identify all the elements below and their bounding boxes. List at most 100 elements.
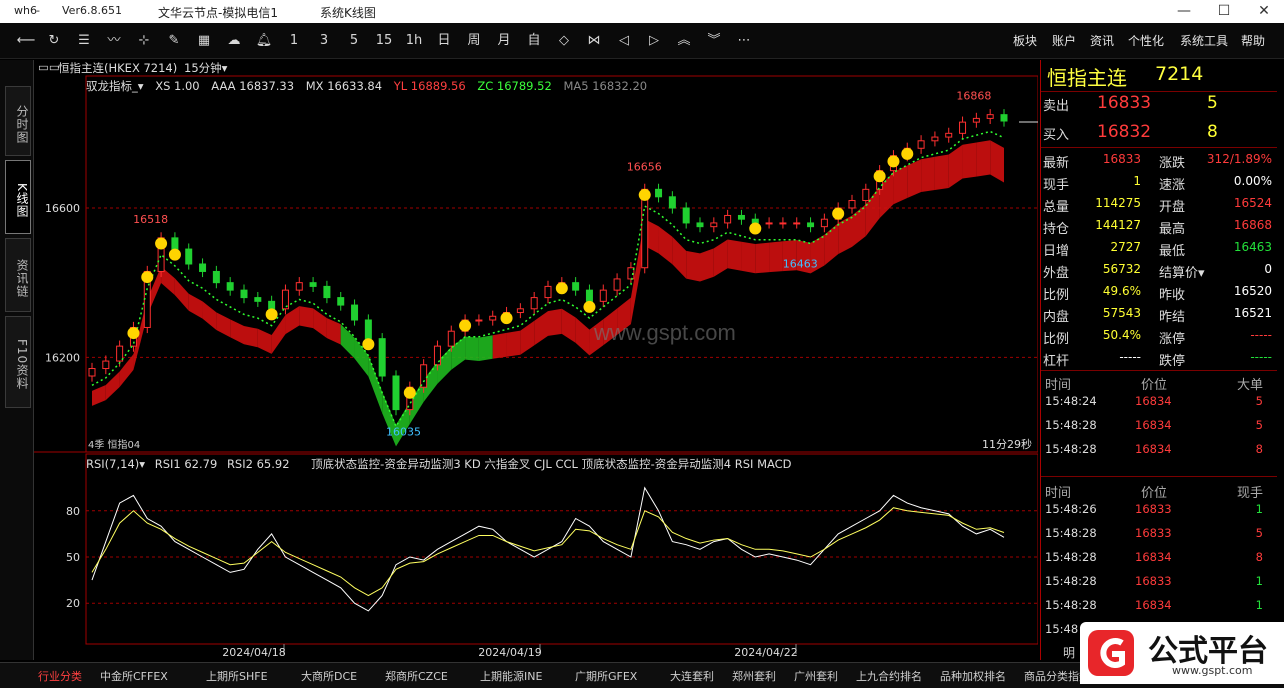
ribbon-segment [299, 306, 314, 329]
period-1[interactable]: 1 [282, 31, 306, 51]
time: 15:48:28 [1045, 526, 1097, 540]
candle-body [751, 218, 759, 224]
back-icon[interactable]: ⟵ [14, 31, 38, 51]
smiley-icon [362, 338, 375, 351]
menu-personalize[interactable]: 个性化 [1128, 32, 1164, 49]
tick-header-time: 时间 [1045, 486, 1072, 501]
app-id: wh6 [14, 4, 37, 17]
period-day[interactable]: 日 [432, 31, 456, 51]
bottom-tab[interactable]: 郑商所CZCE [385, 668, 448, 684]
y-tick-label: 16600 [45, 202, 80, 215]
maximize-button[interactable]: ☐ [1204, 0, 1244, 23]
cross-icon[interactable]: ⊹ [132, 31, 156, 51]
indicator-select[interactable]: 驭龙指标_▾ [86, 79, 144, 93]
list-icon[interactable]: ☰ [72, 31, 96, 51]
tab-f10[interactable]: F10资料 [5, 316, 31, 408]
period-3[interactable]: 3 [312, 31, 336, 51]
refresh-icon[interactable]: ↻ [42, 31, 66, 51]
big-header-price: 价位 [1141, 378, 1168, 393]
bottom-tab[interactable]: 中金所CFFEX [100, 668, 168, 684]
volume: 8 [1255, 550, 1263, 564]
scroll-up-icon[interactable]: ︽ [672, 31, 696, 51]
period-5[interactable]: 5 [342, 31, 366, 51]
candle-body [268, 300, 276, 310]
ribbon-segment [769, 241, 783, 273]
quote-label: 结算价▾ [1159, 266, 1205, 281]
candle-body [641, 188, 649, 269]
detail-tab[interactable]: 明 [1063, 644, 1075, 661]
period-select[interactable]: 15分钟▾ [184, 60, 227, 76]
candle-body [820, 218, 828, 228]
bottom-tab[interactable]: 上期所SHFE [206, 668, 268, 684]
bottom-tab[interactable]: 上期能源INE [480, 668, 542, 684]
quote-row: 内盘 57543 昨结 16521 [1041, 304, 1277, 326]
ribbon-segment [672, 236, 687, 279]
candle-body [295, 282, 303, 291]
menu-news[interactable]: 资讯 [1090, 32, 1114, 49]
indicator-line: 驭龙指标_▾ XS 1.00 AAA 16837.33 MX 16633.84 … [86, 78, 647, 94]
period-month[interactable]: 月 [492, 31, 516, 51]
scroll-right-icon[interactable]: ▷ [642, 31, 666, 51]
volume: 5 [1255, 418, 1263, 432]
price: 16833 [1135, 502, 1172, 516]
period-15[interactable]: 15 [372, 31, 396, 51]
menu-help[interactable]: 帮助 [1241, 32, 1265, 49]
menu-sector[interactable]: 板块 [1013, 32, 1037, 49]
line-chart-icon[interactable]: 〰 [102, 31, 126, 51]
cloud-icon[interactable]: ☁ [222, 31, 246, 51]
bottom-tab[interactable]: 郑州套利 [732, 668, 776, 684]
candle-body [682, 207, 690, 224]
tab-timeshare[interactable]: 分时图 [5, 86, 31, 156]
draw-icon[interactable]: ✎ [162, 31, 186, 51]
buy-label: 买入 [1043, 128, 1070, 143]
bottom-tab[interactable]: 品种加权排名 [940, 668, 1006, 684]
kline-chart[interactable]: 16600 16200 16518 16656 16868 16035 16463 www.g… [34, 60, 1038, 660]
candle-body [226, 282, 234, 291]
buy-price[interactable]: 16832 [1097, 122, 1151, 142]
bottom-tab[interactable]: 广州套利 [794, 668, 838, 684]
candle-body [447, 330, 455, 347]
contract-name[interactable]: 恒指主连(HKEX 7214) [58, 60, 177, 76]
bottom-tab[interactable]: 行业分类 [38, 668, 82, 684]
menu-system-tools[interactable]: 系统工具 [1180, 32, 1228, 49]
period-custom[interactable]: 自 [522, 31, 546, 51]
tick-row: 15:48:28 16834 8 [1041, 548, 1277, 570]
scroll-left-icon[interactable]: ◁ [612, 31, 636, 51]
period-week[interactable]: 周 [462, 31, 486, 51]
bottom-tab[interactable]: 广期所GFEX [575, 668, 637, 684]
system-menu[interactable]: 系统K线图 [320, 4, 376, 21]
ribbon-segment [907, 159, 922, 199]
quote-value: 16463 [1233, 240, 1272, 254]
menu-account[interactable]: 账户 [1052, 32, 1076, 49]
quote-value: 57543 [1102, 306, 1141, 320]
period-1h[interactable]: 1h [402, 31, 426, 51]
scroll-down-icon[interactable]: ︾ [702, 31, 726, 51]
rsi-tick-label: 80 [66, 505, 80, 518]
tab-news-chain[interactable]: 资讯链 [5, 238, 31, 312]
bottom-tab[interactable]: 大连套利 [670, 668, 714, 684]
minimize-button[interactable]: — [1164, 0, 1204, 23]
more-icon[interactable]: ⋯ [732, 31, 756, 51]
bell-icon[interactable]: 🔔︎ [252, 31, 276, 51]
indicator-tabs[interactable]: 顶底状态监控-资金异动监测3 KD 六指金叉 CJL CCL 顶底状态监控-资金… [311, 457, 791, 471]
bottom-tab[interactable]: 上九合约排名 [856, 668, 922, 684]
watermark: www.gspt.com [593, 320, 736, 345]
ribbon-segment [948, 144, 963, 188]
quote-value: 1 [1133, 174, 1141, 188]
bottom-tab[interactable]: 大商所DCE [301, 668, 357, 684]
ribbon-segment [824, 223, 839, 266]
annotation-high3: 16868 [956, 90, 991, 103]
tick-row: 15:48:28 16834 1 [1041, 596, 1277, 618]
chart-menu-icon[interactable]: ▭▭ [38, 60, 60, 74]
candle-body [544, 285, 552, 299]
quote-code: 7214 [1155, 63, 1204, 85]
close-button[interactable]: ✕ [1244, 0, 1284, 23]
rsi-select[interactable]: RSI(7,14)▾ [86, 457, 145, 471]
zoom-in-icon[interactable]: ◇ [552, 31, 576, 51]
board-icon[interactable]: ▦ [192, 31, 216, 51]
sell-price[interactable]: 16833 [1097, 93, 1151, 113]
price: 16834 [1135, 394, 1172, 408]
zoom-out-icon[interactable]: ⋈ [582, 31, 606, 51]
tab-kline[interactable]: K线图 [5, 160, 31, 234]
candle-body [779, 222, 787, 225]
